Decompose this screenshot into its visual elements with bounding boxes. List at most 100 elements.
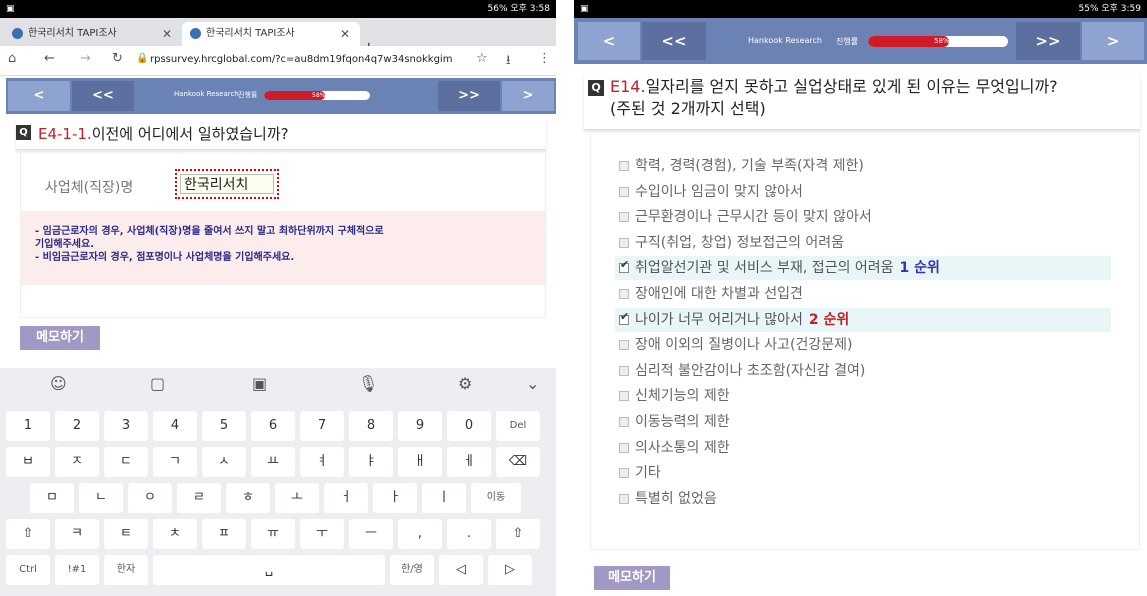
checkbox-icon[interactable] [619,212,629,223]
keyboard-key[interactable]: 8 [349,411,393,441]
option-item[interactable]: 구직(취업, 창업) 정보접근의 어려움 [615,231,1111,255]
sticker-icon[interactable]: ▢ [150,374,165,393]
microphone-icon[interactable]: 🎙 [358,374,378,393]
keyboard-key[interactable]: ␣ [153,555,385,585]
keyboard-key[interactable]: ㅅ [202,447,246,477]
keyboard-key[interactable]: 6 [251,411,295,441]
keyboard-key[interactable]: ㅌ [104,519,148,549]
checkbox-icon[interactable] [619,161,629,171]
option-item[interactable]: 특별히 없었음 [615,487,1111,511]
keyboard-key[interactable]: ⇧ [6,519,50,549]
keyboard-key[interactable]: 2 [55,411,99,441]
keyboard-key[interactable]: Del [496,411,540,441]
memo-button[interactable]: 메모하기 [20,326,100,350]
download-icon[interactable]: ⭳ [506,51,511,73]
keyboard-key[interactable]: ⇧ [496,519,540,549]
nav-last-button[interactable]: > [502,81,554,111]
url-field[interactable]: rpssurvey.hrcglobal.com/?c=au8dm19fqon4q… [150,54,452,65]
collapse-keyboard-icon[interactable]: ⌄ [526,374,539,393]
nav-next-button[interactable]: >> [438,81,500,111]
gif-icon[interactable]: ▣ [252,374,267,393]
memo-button[interactable]: 메모하기 [594,566,670,590]
checkbox-icon[interactable] [619,442,629,453]
browser-tab-1[interactable]: 한국리서치 TAPI조사 ✕ [4,22,182,46]
keyboard-key[interactable]: 3 [104,411,148,441]
keyboard-key[interactable]: !#1 [55,555,99,585]
option-item[interactable]: 수입이나 임금이 맞지 않아서 [615,180,1111,204]
keyboard-key[interactable]: ㅁ [30,483,74,513]
keyboard-key[interactable]: 7 [300,411,344,441]
keyboard-key[interactable]: ㅋ [55,519,99,549]
keyboard-key[interactable]: ㅡ [349,519,393,549]
keyboard-key[interactable]: ㅔ [447,447,491,477]
keyboard-key[interactable]: ㅑ [349,447,393,477]
keyboard-key[interactable]: ◁ [439,555,483,585]
option-item[interactable]: 기타 [615,461,1111,485]
keyboard-key[interactable]: 한자 [104,555,148,585]
keyboard-key[interactable]: 한/영 [390,555,434,585]
option-item[interactable]: 이동능력의 제한 [615,410,1111,434]
settings-gear-icon[interactable]: ⚙ [458,374,472,393]
nav-first-button[interactable]: < [8,81,70,111]
keyboard-key[interactable]: 이동 [471,483,521,513]
close-tab-icon[interactable]: ✕ [340,22,350,46]
option-item[interactable]: 근무환경이나 근무시간 등이 맞지 않아서 [615,205,1111,229]
nav-prev-button[interactable]: << [72,81,134,111]
nav-next-button[interactable]: >> [1016,22,1080,60]
checkbox-icon[interactable] [619,365,629,376]
checkbox-icon[interactable] [619,237,629,248]
option-item[interactable]: 장애 이외의 질병이나 사고(건강문제) [615,333,1111,357]
keyboard-key[interactable]: ㅛ [251,447,295,477]
keyboard-key[interactable]: ㅍ [202,519,246,549]
keyboard-key[interactable]: ㅠ [251,519,295,549]
checkbox-checked-icon[interactable]: ✔ [619,258,629,274]
browser-tab-2[interactable]: 한국리서치 TAPI조사 ✕ [182,22,360,46]
checkbox-checked-icon[interactable]: ✔ [619,310,629,325]
nav-first-button[interactable]: < [578,22,640,60]
keyboard-key[interactable]: . [447,519,491,549]
reload-icon[interactable]: ↻ [112,51,123,66]
forward-icon[interactable]: → [80,51,91,66]
checkbox-icon[interactable] [619,340,629,351]
keyboard-key[interactable]: ㄷ [104,447,148,477]
keyboard-key[interactable]: ▷ [488,555,532,585]
keyboard-key[interactable]: 9 [398,411,442,441]
keyboard-key[interactable]: ㅓ [324,483,368,513]
keyboard-key[interactable]: ㅕ [300,447,344,477]
keyboard-key[interactable]: ㅎ [226,483,270,513]
back-icon[interactable]: ← [44,51,55,66]
keyboard-key[interactable]: ㄹ [177,483,221,513]
keyboard-key[interactable]: ⌫ [496,447,540,477]
keyboard-key[interactable]: 4 [153,411,197,441]
keyboard-key[interactable]: ㅏ [373,483,417,513]
keyboard-key[interactable]: ㅈ [55,447,99,477]
keyboard-key[interactable]: , [398,519,442,549]
keyboard-key[interactable]: ㅊ [153,519,197,549]
keyboard-key[interactable]: 5 [202,411,246,441]
option-item[interactable]: ✔ 나이가 너무 어리거나 많아서 2 순위 [615,307,1111,332]
option-item[interactable]: 학력, 경력(경험), 기술 부족(자격 제한) [615,154,1111,178]
company-name-value[interactable]: 한국리서치 [180,174,274,194]
keyboard-key[interactable]: Ctrl [6,555,50,585]
home-icon[interactable]: ⌂ [8,51,16,66]
nav-prev-button[interactable]: << [642,22,706,60]
keyboard-key[interactable]: ㅐ [398,447,442,477]
option-item[interactable]: 심리적 불안감이나 초조함(자신감 결여) [615,359,1111,383]
checkbox-icon[interactable] [619,186,629,197]
checkbox-icon[interactable] [619,417,629,427]
keyboard-key[interactable]: ㅗ [275,483,319,513]
bookmark-star-icon[interactable]: ☆ [476,51,488,66]
close-tab-icon[interactable]: ✕ [162,22,172,46]
nav-last-button[interactable]: > [1082,22,1144,60]
checkbox-icon[interactable] [619,289,629,299]
keyboard-key[interactable]: 0 [447,411,491,441]
keyboard-key[interactable]: 1 [6,411,50,441]
option-item[interactable]: ✔ 취업알선기관 및 서비스 부재, 접근의 어려움 1 순위 [615,256,1111,281]
option-item[interactable]: 의사소통의 제한 [615,436,1111,460]
keyboard-key[interactable]: ㄱ [153,447,197,477]
keyboard-key[interactable]: ㅂ [6,447,50,477]
keyboard-key[interactable]: ㅜ [300,519,344,549]
option-item[interactable]: 장애인에 대한 차별과 선입견 [615,282,1111,306]
checkbox-icon[interactable] [619,493,629,504]
checkbox-icon[interactable] [619,468,629,479]
